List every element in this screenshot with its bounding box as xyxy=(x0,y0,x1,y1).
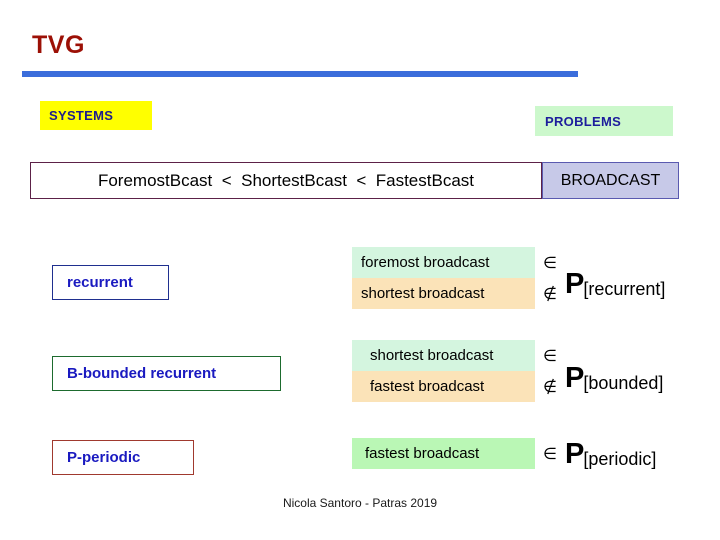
slide-footer: Nicola Santoro - Patras 2019 xyxy=(282,496,438,510)
problem-group-periodic: fastest broadcast ∈ xyxy=(352,438,565,469)
class-subscript: [periodic] xyxy=(583,449,657,469)
membership-symbol-in: ∈ xyxy=(543,253,557,272)
class-subscript: [bounded] xyxy=(583,373,664,393)
membership-symbol-in: ∈ xyxy=(543,444,557,463)
membership-symbol-not-in: ∉ xyxy=(543,377,557,396)
problems-column-header: PROBLEMS xyxy=(535,106,673,136)
system-box-recurrent: recurrent xyxy=(52,265,169,300)
table-row: B-bounded recurrent shortest broadcast ∈… xyxy=(0,340,720,412)
table-row: recurrent foremost broadcast ∈ shortest … xyxy=(0,247,720,319)
complexity-class-recurrent: P[recurrent] xyxy=(565,270,666,299)
hierarchy-formula: ForemostBcast < ShortestBcast < FastestB… xyxy=(30,162,542,199)
problem-chip-fastest-broadcast: fastest broadcast xyxy=(352,438,535,469)
problem-chip-fastest-broadcast: fastest broadcast xyxy=(352,371,535,402)
page-title: TVG xyxy=(32,31,85,59)
complexity-class-periodic: P[periodic] xyxy=(565,440,657,469)
problems-header-label: PROBLEMS xyxy=(545,113,622,129)
broadcast-hierarchy-bar: ForemostBcast < ShortestBcast < FastestB… xyxy=(30,162,679,199)
problem-chip-shortest-broadcast: shortest broadcast xyxy=(352,340,535,371)
class-symbol: P xyxy=(565,362,585,394)
system-box-b-bounded-recurrent: B-bounded recurrent xyxy=(52,356,281,391)
problem-chip-shortest-broadcast: shortest broadcast xyxy=(352,278,535,309)
list-item: foremost broadcast ∈ xyxy=(352,247,565,278)
system-label: P-periodic xyxy=(67,449,141,466)
list-item: shortest broadcast ∈ xyxy=(352,340,565,371)
system-label: B-bounded recurrent xyxy=(67,365,217,382)
title-underline-rule xyxy=(22,71,578,77)
broadcast-category-cell: BROADCAST xyxy=(542,162,679,199)
class-symbol: P xyxy=(565,268,585,300)
problem-group-recurrent: foremost broadcast ∈ shortest broadcast … xyxy=(352,247,565,309)
problem-group-bounded: shortest broadcast ∈ fastest broadcast ∉ xyxy=(352,340,565,402)
membership-symbol-not-in: ∉ xyxy=(543,284,557,303)
systems-header-label: SYSTEMS xyxy=(49,108,114,123)
complexity-class-bounded: P[bounded] xyxy=(565,364,664,393)
systems-column-header: SYSTEMS xyxy=(40,101,152,130)
table-row: P-periodic fastest broadcast ∈ P[periodi… xyxy=(0,438,720,479)
list-item: fastest broadcast ∈ xyxy=(352,438,565,469)
membership-symbol-in: ∈ xyxy=(543,346,557,365)
list-item: fastest broadcast ∉ xyxy=(352,371,565,402)
list-item: shortest broadcast ∉ xyxy=(352,278,565,309)
class-subscript: [recurrent] xyxy=(583,279,666,299)
system-label: recurrent xyxy=(67,274,133,291)
problem-chip-foremost-broadcast: foremost broadcast xyxy=(352,247,535,278)
class-symbol: P xyxy=(565,438,585,470)
system-box-p-periodic: P-periodic xyxy=(52,440,194,475)
